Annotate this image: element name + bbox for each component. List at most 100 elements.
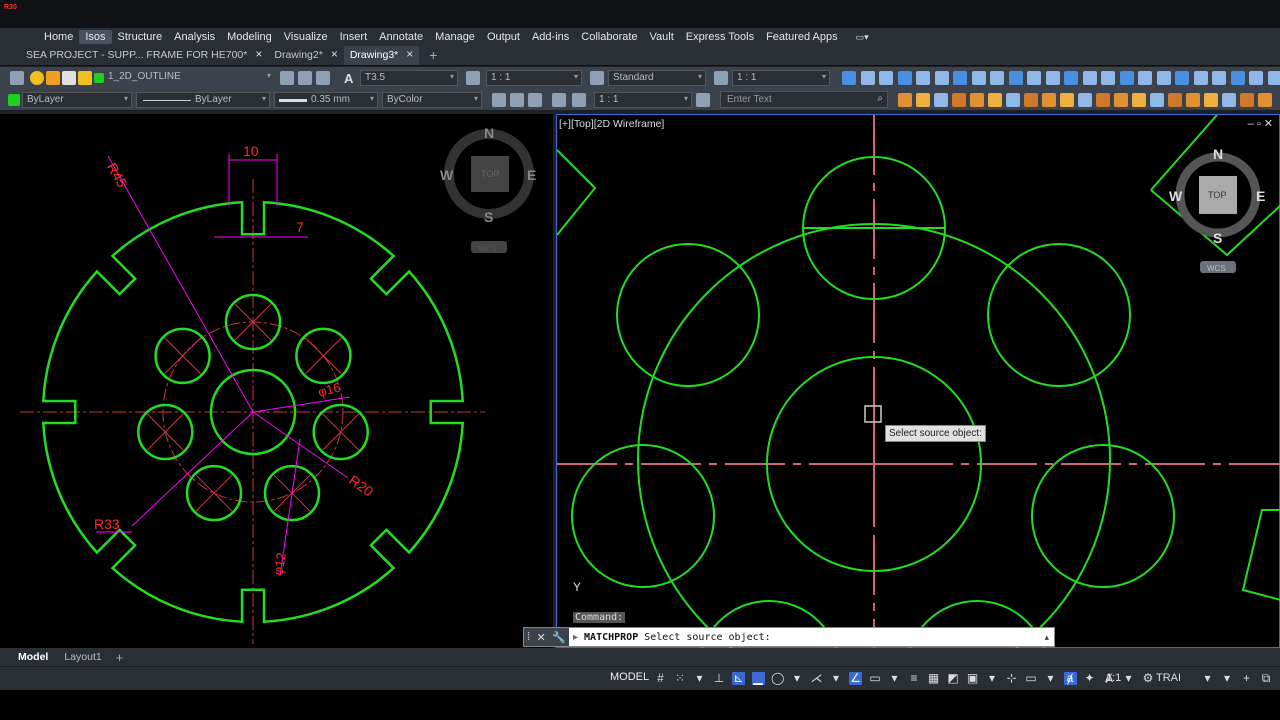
- view-tool-icon[interactable]: [1156, 71, 1171, 85]
- layer-dropdown[interactable]: 1_2D_OUTLINE ▾: [104, 70, 274, 86]
- search-icon[interactable]: ⌕: [877, 93, 883, 104]
- view-tool-icon[interactable]: [971, 71, 986, 85]
- status-toggle-icon[interactable]: ▾: [1201, 672, 1214, 685]
- linetype-dropdown[interactable]: ByLayer ▾: [136, 92, 270, 108]
- modify-tool-icon[interactable]: [1204, 93, 1218, 107]
- ribbon-tab-visualize[interactable]: Visualize: [278, 30, 334, 44]
- table-style-dropdown[interactable]: Standard ▾: [608, 70, 706, 86]
- viewport-icon[interactable]: [572, 93, 586, 107]
- model-space-toggle[interactable]: MODEL: [610, 671, 649, 683]
- status-toggle-icon[interactable]: ⋌: [810, 672, 823, 685]
- viewport-controls[interactable]: – ▫ ✕: [1248, 117, 1273, 130]
- status-toggle-icon[interactable]: ▾: [1044, 672, 1057, 685]
- layout-tab-model[interactable]: Model: [10, 650, 56, 664]
- command-prompt[interactable]: MATCHPROP Select source object:: [578, 632, 771, 643]
- modify-tool-icon[interactable]: [1060, 93, 1074, 107]
- ribbon-tab-isos[interactable]: Isos: [79, 30, 112, 44]
- modify-tool-icon[interactable]: [970, 93, 984, 107]
- compass-e[interactable]: E: [1256, 188, 1265, 204]
- layer-match-icon[interactable]: [298, 71, 312, 85]
- annotation-scale-status[interactable]: 1:1: [1106, 672, 1121, 684]
- scale-icon[interactable]: [552, 93, 566, 107]
- right-viewcube[interactable]: TOP N S E W WCS: [1169, 146, 1265, 273]
- modify-tool-icon[interactable]: [1168, 93, 1182, 107]
- modify-tool-icon[interactable]: [1024, 93, 1038, 107]
- text-style-dropdown[interactable]: T3.5 ▾: [360, 70, 458, 86]
- trim-icon[interactable]: [510, 93, 524, 107]
- close-icon[interactable]: ✕: [1264, 118, 1273, 130]
- lineweight-dropdown[interactable]: 0.35 mm ▾: [274, 92, 378, 108]
- status-toggle-icon[interactable]: ⊾: [732, 672, 745, 685]
- status-toggle-icon[interactable]: ✦: [1083, 672, 1096, 685]
- ribbon-tab-analysis[interactable]: Analysis: [168, 30, 221, 44]
- modify-tool-icon[interactable]: [988, 93, 1002, 107]
- status-toggle-icon[interactable]: ▦: [927, 672, 940, 685]
- status-toggle-icon[interactable]: #: [654, 672, 667, 685]
- left-drawing-canvas[interactable]: R45 10 7 φ16 R20 R33 φ12 TOP N S E W WCS: [0, 114, 553, 648]
- view-tool-icon[interactable]: [879, 71, 893, 85]
- app-logo[interactable]: R30: [4, 4, 17, 11]
- compass-n[interactable]: N: [1213, 146, 1223, 162]
- modify-tool-icon[interactable]: [898, 93, 912, 107]
- status-toggle-icon[interactable]: ▁: [751, 672, 765, 685]
- lock-icon[interactable]: [78, 71, 92, 85]
- extend-icon[interactable]: [528, 93, 542, 107]
- ribbon-tab-collaborate[interactable]: Collaborate: [575, 30, 643, 44]
- freeze-icon[interactable]: [62, 71, 76, 85]
- view-tool-icon[interactable]: [1008, 71, 1023, 85]
- status-toggle-icon[interactable]: ▾: [693, 672, 706, 685]
- new-tab-button[interactable]: +: [419, 47, 447, 65]
- left-drawing-area[interactable]: R45 10 7 φ16 R20 R33 φ12 TOP N S E W WCS: [0, 114, 553, 648]
- status-toggle-icon[interactable]: ⧉: [1260, 672, 1273, 685]
- status-toggle-icon[interactable]: ▾: [986, 672, 999, 685]
- right-viewport[interactable]: TOP N S E W WCS [+][Top][2D Wireframe] –…: [556, 114, 1280, 649]
- modify-tool-icon[interactable]: [1006, 93, 1020, 107]
- workspace-switch[interactable]: TRAI: [1156, 672, 1181, 684]
- view-tool-icon[interactable]: [1230, 71, 1245, 85]
- status-toggle-icon[interactable]: ▭: [869, 672, 882, 685]
- modify-tool-icon[interactable]: [1222, 93, 1236, 107]
- ribbon-tab-annotate[interactable]: Annotate: [373, 30, 429, 44]
- document-tab[interactable]: SEA PROJECT - SUPP... FRAME FOR HE700* ×: [20, 46, 268, 65]
- view-tool-icon[interactable]: [1045, 71, 1060, 85]
- layout-tab-layout1[interactable]: Layout1: [56, 650, 109, 664]
- ribbon-tab-express-tools[interactable]: Express Tools: [680, 30, 760, 44]
- modify-tool-icon[interactable]: [1258, 93, 1272, 107]
- sun-icon[interactable]: [46, 71, 60, 85]
- compass-s[interactable]: S: [484, 209, 493, 225]
- modify-tool-icon[interactable]: [1078, 93, 1092, 107]
- link-icon[interactable]: [696, 93, 710, 107]
- status-toggle-icon[interactable]: ▾: [1221, 672, 1234, 685]
- status-toggle-icon[interactable]: ∠: [849, 672, 862, 685]
- modify-tool-icon[interactable]: [1042, 93, 1056, 107]
- text-style-icon[interactable]: A: [344, 71, 358, 86]
- ribbon-tab-vault[interactable]: Vault: [644, 30, 680, 44]
- ribbon-tab-output[interactable]: Output: [481, 30, 526, 44]
- modify-tool-icon[interactable]: [1114, 93, 1128, 107]
- view-tool-icon[interactable]: [1267, 71, 1280, 85]
- status-toggle-icon[interactable]: ⊹: [1005, 672, 1018, 685]
- command-line[interactable]: ⁞ ✕ 🔧 ▸ MATCHPROP Select source object: …: [523, 627, 1055, 647]
- status-toggle-icon[interactable]: ≡: [908, 672, 921, 685]
- right-drawing-canvas[interactable]: TOP N S E W WCS: [557, 115, 1280, 649]
- view-tool-icon[interactable]: [1193, 71, 1208, 85]
- command-expand-icon[interactable]: ▴: [1044, 632, 1054, 643]
- left-viewcube[interactable]: TOP N S E W WCS: [440, 125, 536, 253]
- view-tool-icon[interactable]: [1212, 71, 1226, 85]
- ribbon-menu-icon[interactable]: ▭▾: [856, 32, 869, 43]
- modify-tool-icon[interactable]: [1186, 93, 1200, 107]
- grip-icon[interactable]: ⁞: [527, 631, 530, 643]
- view-tool-icon[interactable]: [1119, 71, 1134, 85]
- view-tool-icon[interactable]: [1064, 71, 1078, 85]
- color-dropdown[interactable]: ByLayer ▾: [22, 92, 132, 108]
- status-toggle-icon[interactable]: ▾: [888, 672, 901, 685]
- view-tool-icon[interactable]: [860, 71, 875, 85]
- modify-tool-icon[interactable]: [1096, 93, 1110, 107]
- restore-icon[interactable]: ▫: [1257, 118, 1261, 130]
- light-bulb-icon[interactable]: [30, 71, 44, 85]
- view-tool-icon[interactable]: [1175, 71, 1189, 85]
- compass-w[interactable]: W: [1169, 188, 1183, 204]
- minimize-icon[interactable]: –: [1248, 118, 1254, 130]
- search-input[interactable]: Enter Text ⌕: [720, 91, 888, 108]
- status-toggle-icon[interactable]: ⚙: [1142, 672, 1155, 685]
